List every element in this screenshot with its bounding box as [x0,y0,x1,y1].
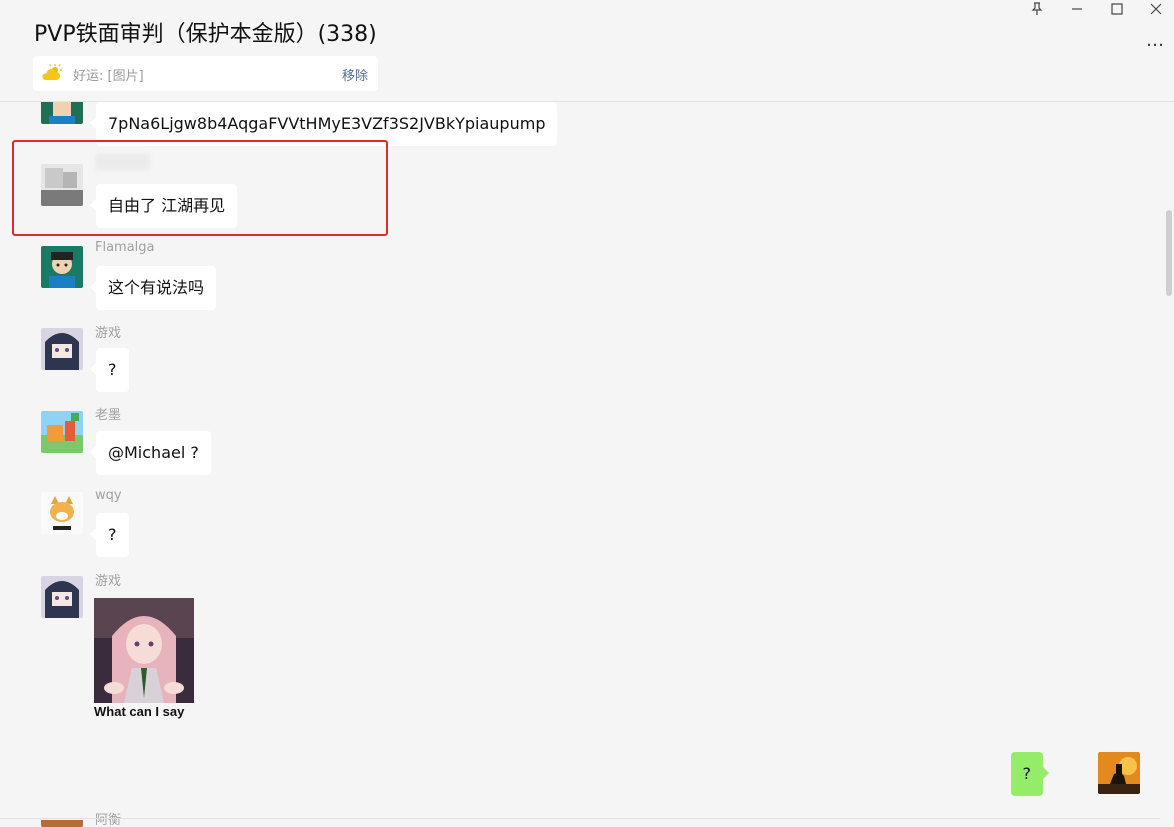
close-icon[interactable] [1145,0,1167,18]
sun-icon [42,64,62,80]
minimize-icon[interactable] [1066,0,1088,18]
pinned-text: 好运: [图片] [73,69,144,84]
pinned-message[interactable]: 好运: [图片] 移除 [33,56,378,91]
message-bubble[interactable]: @Michael ? [90,431,211,475]
maximize-icon[interactable] [1106,0,1128,18]
sticker-image[interactable]: What can I say [94,598,194,723]
input-divider [0,818,1160,819]
avatar[interactable] [41,102,83,124]
sender-name: wqy [95,488,122,503]
avatar[interactable] [41,411,83,453]
my-avatar[interactable] [1098,752,1140,794]
avatar[interactable] [41,576,83,618]
message-bubble[interactable]: ? [90,348,129,392]
avatar[interactable] [41,328,83,370]
pin-icon[interactable] [1026,0,1048,18]
sender-name: 游戏 [95,326,122,341]
sticker-picture [94,598,194,703]
more-options-icon[interactable]: … [1146,30,1165,51]
scrollbar[interactable] [1166,210,1172,296]
chat-title: PVP铁面审判（保护本金版）(338) [34,22,377,47]
avatar[interactable] [41,492,83,534]
my-message-bubble[interactable]: ? [1010,752,1049,796]
sticker-caption: What can I say [94,704,185,719]
chat-header: PVP铁面审判（保护本金版）(338) … 好运: [图片] 移除 [0,0,1174,102]
avatar[interactable] [41,246,83,288]
sender-name: 老墨 [95,408,122,423]
message-bubble[interactable]: 这个有说法吗 [89,266,217,310]
sender-name: 游戏 [95,574,122,589]
sender-name: Flamalga [95,240,155,255]
message-bubble[interactable]: ? [90,513,129,557]
highlight-box [12,140,388,236]
remove-pinned-link[interactable]: 移除 [342,65,368,84]
